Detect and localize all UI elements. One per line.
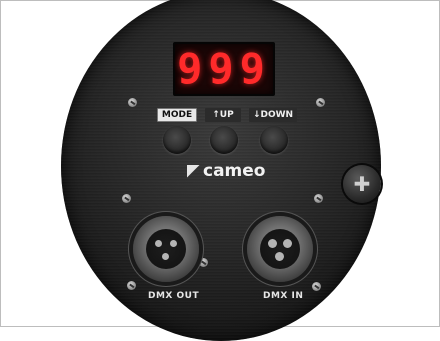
mode-button[interactable]: [163, 126, 191, 154]
xlr-male-socket: [260, 229, 300, 269]
dmx-in-socket[interactable]: [247, 216, 313, 282]
pin: [170, 240, 177, 247]
pin: [275, 252, 284, 261]
thumb-screw-icon[interactable]: ✚: [343, 165, 381, 203]
brand-name: cameo: [203, 160, 266, 181]
photo-frame: 999 MODE ↑UP ↓DOWN cameo ✚ DMX OUT DMX I…: [0, 0, 440, 341]
mode-label: MODE: [157, 108, 197, 122]
screw-icon: [199, 258, 208, 267]
brand-logo: cameo: [187, 159, 267, 183]
up-label: ↑UP: [205, 108, 241, 122]
cross-slot-icon: ✚: [353, 172, 371, 196]
logo-mark-icon: [187, 164, 200, 178]
pin: [155, 240, 162, 247]
down-button[interactable]: [260, 126, 288, 154]
screw-icon: [314, 194, 323, 203]
pin: [162, 253, 169, 260]
dmx-in-label: DMX IN: [263, 291, 304, 301]
screw-icon: [128, 98, 137, 107]
display-value: 999: [177, 44, 271, 93]
screw-icon: [312, 282, 321, 291]
xlr-female-socket: [146, 229, 186, 269]
screw-icon: [127, 281, 136, 290]
screw-icon: [316, 98, 325, 107]
pin: [268, 239, 277, 248]
down-label: ↓DOWN: [249, 108, 297, 122]
dmx-out-socket[interactable]: [133, 216, 199, 282]
pin: [283, 239, 292, 248]
led-display: 999: [173, 42, 275, 96]
up-button[interactable]: [210, 126, 238, 154]
screw-icon: [122, 194, 131, 203]
dmx-out-label: DMX OUT: [148, 291, 200, 301]
